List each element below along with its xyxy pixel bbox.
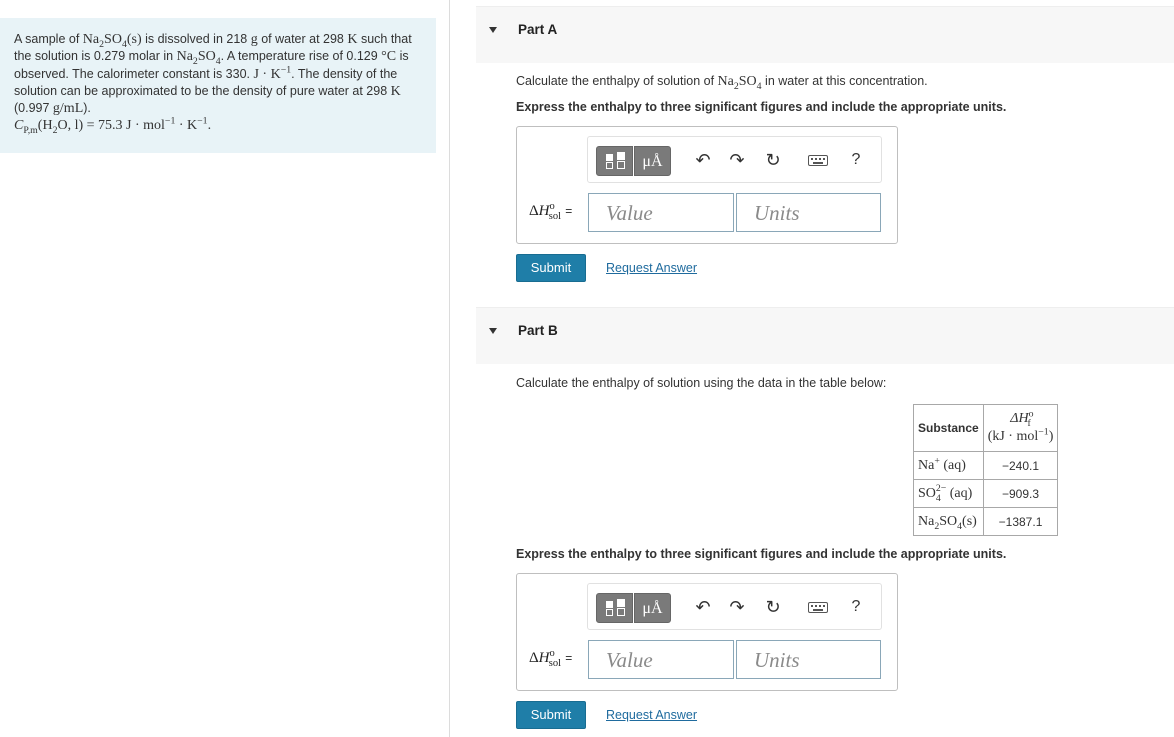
table-cell-substance: SO42− (aq) bbox=[913, 479, 984, 508]
table-cell-value: −1387.1 bbox=[982, 507, 1059, 536]
part-b-answer-box: μÅ ↶ ↷ ↻ ? ΔHosol = Value Units bbox=[516, 573, 898, 691]
value-input[interactable]: Value bbox=[588, 640, 734, 679]
heat-capacity: CP,m(H2O, l) = 75.3 J · mol−1 · K−1. bbox=[14, 115, 212, 137]
table-header-enthalpy: ΔHof (kJ · mol−1) bbox=[982, 404, 1059, 452]
keyboard-icon[interactable] bbox=[808, 602, 828, 613]
table-cell-value: −240.1 bbox=[982, 451, 1059, 480]
redo-icon[interactable]: ↷ bbox=[727, 596, 747, 618]
part-a-title: Part A bbox=[518, 22, 558, 37]
table-row: Na2SO4(s) −1387.1 bbox=[913, 507, 1059, 536]
part-a-express: Express the enthalpy to three significan… bbox=[516, 100, 1007, 114]
redo-icon[interactable]: ↷ bbox=[727, 149, 747, 171]
part-a-header[interactable]: Part A bbox=[476, 6, 1174, 63]
part-b-instruction: Calculate the enthalpy of solution using… bbox=[516, 376, 887, 390]
unit-g-per-ml: g/mL bbox=[52, 101, 84, 117]
request-answer-link[interactable]: Request Answer bbox=[606, 261, 697, 275]
units-icon[interactable]: μÅ bbox=[634, 593, 671, 623]
part-b-header[interactable]: Part B bbox=[476, 307, 1174, 364]
value-input[interactable]: Value bbox=[588, 193, 734, 232]
table-cell-substance: Na2SO4(s) bbox=[913, 507, 984, 536]
reset-icon[interactable]: ↻ bbox=[763, 149, 783, 171]
column-divider bbox=[449, 0, 450, 737]
problem-text: is dissolved in 218 bbox=[141, 32, 251, 46]
submit-button[interactable]: Submit bbox=[516, 254, 586, 282]
submit-button[interactable]: Submit bbox=[516, 701, 586, 729]
formula-na2so4-s: Na2SO4(s) bbox=[82, 32, 142, 50]
problem-text: of water at 298 bbox=[257, 32, 348, 46]
unit-g: g bbox=[250, 32, 258, 47]
undo-icon[interactable]: ↶ bbox=[693, 149, 713, 171]
problem-statement: A sample of Na2SO4(s) is dissolved in 21… bbox=[0, 18, 436, 153]
help-icon[interactable]: ? bbox=[846, 149, 866, 171]
reset-icon[interactable]: ↻ bbox=[763, 596, 783, 618]
table-header-substance: Substance bbox=[913, 404, 984, 452]
collapse-triangle-icon[interactable] bbox=[489, 27, 497, 33]
unit-k: K bbox=[390, 83, 401, 99]
formula-na2so4: Na2SO4 bbox=[176, 49, 221, 68]
part-b-express: Express the enthalpy to three significan… bbox=[516, 547, 1007, 561]
part-b-title: Part B bbox=[518, 323, 558, 338]
part-a-answer-box: μÅ ↶ ↷ ↻ ? ΔHosol = Value Units bbox=[516, 126, 898, 244]
table-row: SO42− (aq) −909.3 bbox=[913, 479, 1059, 508]
keyboard-icon[interactable] bbox=[808, 155, 828, 166]
unit-degc: °C bbox=[381, 49, 397, 65]
answer-label: ΔHosol = bbox=[529, 648, 573, 669]
enthalpy-table: Substance ΔHof (kJ · mol−1) Na+ (aq) −240… bbox=[913, 404, 1059, 536]
math-toolbar: μÅ ↶ ↷ ↻ ? bbox=[587, 583, 882, 630]
fraction-template-icon[interactable] bbox=[596, 146, 633, 176]
math-toolbar: μÅ ↶ ↷ ↻ ? bbox=[587, 136, 882, 183]
answer-label: ΔHosol = bbox=[529, 201, 573, 222]
unit-j-per-k: J · K−1 bbox=[253, 63, 292, 82]
problem-text: . A temperature rise of 0.129 bbox=[220, 49, 382, 64]
problem-text: ). bbox=[83, 101, 91, 116]
request-answer-link[interactable]: Request Answer bbox=[606, 708, 697, 722]
table-row: Na+ (aq) −240.1 bbox=[913, 451, 1059, 480]
units-input[interactable]: Units bbox=[736, 640, 881, 679]
fraction-template-icon[interactable] bbox=[596, 593, 633, 623]
part-a-instruction: Calculate the enthalpy of solution of Na… bbox=[516, 74, 928, 92]
units-input[interactable]: Units bbox=[736, 193, 881, 232]
units-icon[interactable]: μÅ bbox=[634, 146, 671, 176]
collapse-triangle-icon[interactable] bbox=[489, 328, 497, 334]
table-cell-substance: Na+ (aq) bbox=[913, 451, 984, 480]
unit-k: K bbox=[347, 32, 358, 47]
table-cell-value: −909.3 bbox=[982, 479, 1059, 508]
undo-icon[interactable]: ↶ bbox=[693, 596, 713, 618]
problem-text: A sample of bbox=[14, 32, 83, 46]
help-icon[interactable]: ? bbox=[846, 596, 866, 618]
problem-text: (0.997 bbox=[14, 101, 53, 116]
